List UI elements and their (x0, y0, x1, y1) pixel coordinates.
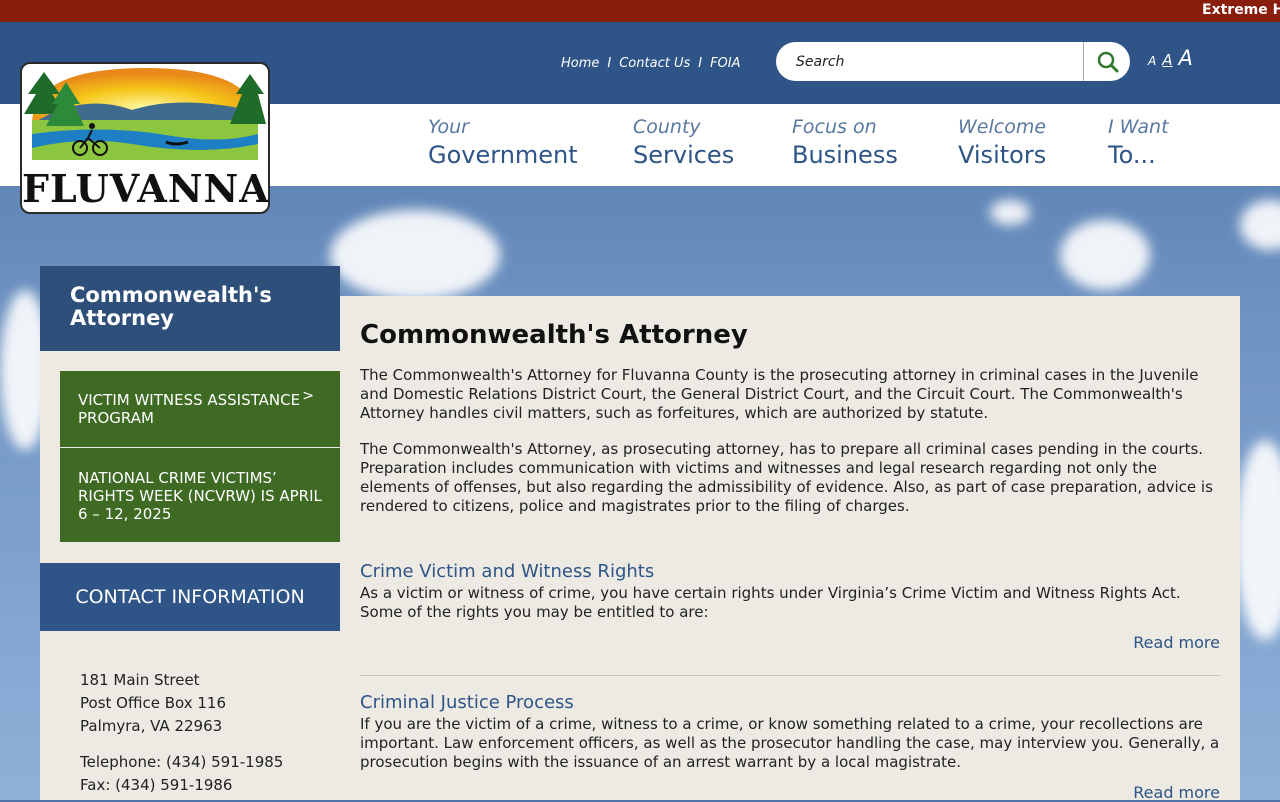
nav-label-small: Your (428, 116, 469, 138)
contact-information: 181 Main Street Post Office Box 116 Palm… (40, 631, 340, 800)
text-size-large[interactable]: A (1178, 46, 1192, 70)
read-more-link[interactable]: Read more (1133, 783, 1220, 802)
nav-county-services[interactable]: County Services (633, 116, 735, 169)
search-input[interactable] (794, 50, 1078, 74)
nav-label-big: Services (633, 141, 735, 169)
section-divider (360, 675, 1220, 676)
alert-text[interactable]: Extreme He (1202, 2, 1280, 18)
contact-us-link[interactable]: Contact Us (619, 56, 690, 71)
nav-welcome-visitors[interactable]: Welcome Visitors (958, 116, 1047, 169)
nav-separator: I (607, 56, 612, 71)
intro-paragraph: The Commonwealth's Attorney, as prosecut… (360, 440, 1213, 515)
search-button[interactable] (1086, 42, 1130, 81)
sidebar-link-victim-witness[interactable]: VICTIM WITNESS ASSISTANCE PROGRAM > (60, 371, 340, 447)
text-size-small[interactable]: A (1148, 54, 1156, 68)
nav-label-big: Visitors (958, 141, 1047, 169)
sidebar-title: Commonwealth's Attorney (40, 266, 340, 351)
contact-street: 181 Main Street (80, 671, 200, 689)
logo-wordmark: FLUVANNA (22, 166, 270, 211)
section-title-crime-victim-rights[interactable]: Crime Victim and Witness Rights (360, 561, 654, 582)
contact-fax: Fax: (434) 591-1986 (80, 776, 233, 794)
intro-paragraph: The Commonwealth's Attorney for Fluvanna… (360, 366, 1199, 422)
chevron-right-icon: > (302, 388, 314, 404)
alert-banner[interactable]: Extreme He (0, 0, 1280, 22)
nav-label-small: Welcome (958, 116, 1047, 138)
contact-information-heading: CONTACT INFORMATION (40, 563, 340, 631)
nav-focus-on-business[interactable]: Focus on Business (792, 116, 898, 169)
section-text: If you are the victim of a crime, witnes… (360, 715, 1220, 771)
nav-label-small: Focus on (792, 116, 877, 138)
nav-label-small: I Want (1108, 116, 1169, 138)
text-size-controls: AAA (1148, 46, 1199, 70)
fluvanna-logo[interactable]: FLUVANNA (20, 62, 270, 214)
search-divider (1083, 42, 1084, 81)
sidebar-link-ncvrw[interactable]: NATIONAL CRIME VICTIMS’ RIGHTS WEEK (NCV… (60, 448, 340, 542)
foia-link[interactable]: FOIA (710, 56, 740, 71)
read-more-link[interactable]: Read more (1133, 633, 1220, 652)
contact-telephone[interactable]: Telephone: (434) 591-1985 (80, 751, 300, 774)
contact-city: Palmyra, VA 22963 (80, 717, 223, 735)
nav-your-government[interactable]: Your Government (428, 116, 578, 169)
nav-label-big: To... (1108, 141, 1156, 169)
nav-label-small: County (633, 116, 701, 138)
search-icon (1097, 51, 1119, 72)
utility-nav: Home I Contact Us I FOIA (561, 56, 741, 71)
sidebar-link-label: NATIONAL CRIME VICTIMS’ RIGHTS WEEK (NCV… (78, 469, 322, 523)
section-text: As a victim or witness of crime, you hav… (360, 584, 1181, 621)
nav-separator: I (698, 56, 703, 71)
contact-po-box: Post Office Box 116 (80, 694, 226, 712)
text-size-medium[interactable]: A (1162, 51, 1172, 69)
nav-i-want-to[interactable]: I Want To... (1108, 116, 1169, 169)
main-content: Commonwealth's Attorney The Commonwealth… (340, 296, 1240, 802)
page-title: Commonwealth's Attorney (360, 320, 748, 350)
section-title-criminal-justice-process[interactable]: Criminal Justice Process (360, 692, 574, 713)
sidebar-link-label: VICTIM WITNESS ASSISTANCE PROGRAM (78, 391, 301, 427)
home-link[interactable]: Home (561, 56, 599, 71)
nav-label-big: Business (792, 141, 898, 169)
nav-label-big: Government (428, 141, 578, 169)
search-box (776, 42, 1130, 81)
landscape-logo-icon (24, 68, 266, 160)
